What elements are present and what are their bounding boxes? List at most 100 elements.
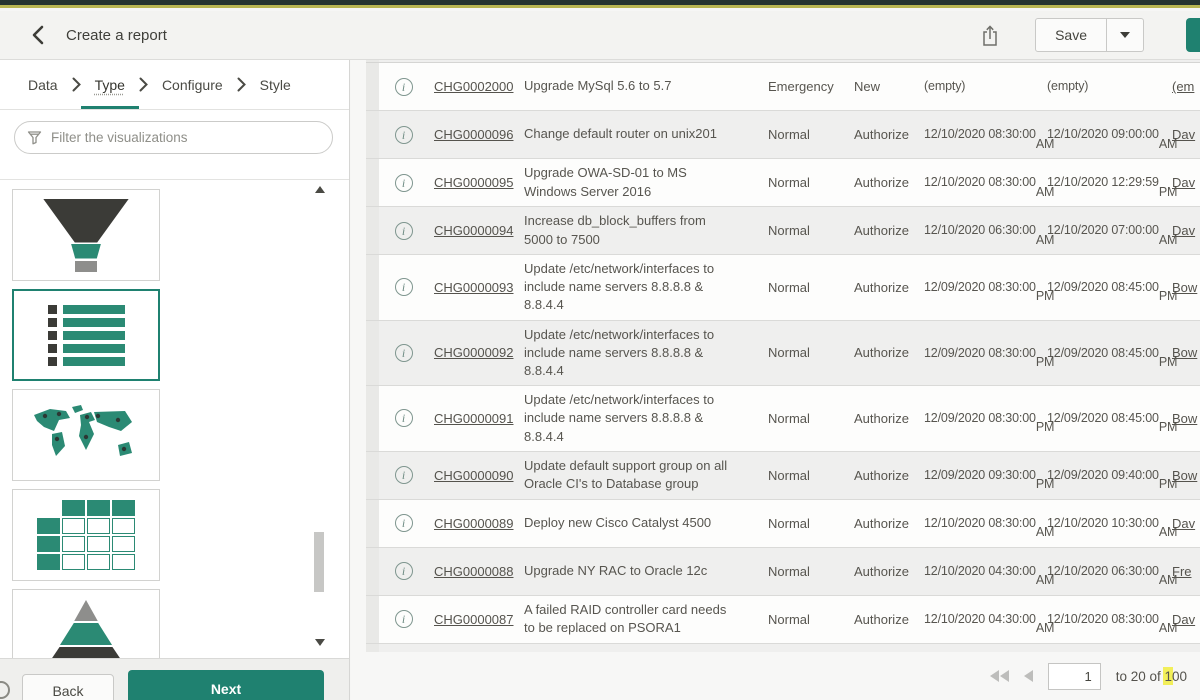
share-button[interactable] (977, 22, 1003, 48)
info-icon[interactable]: i (395, 78, 413, 96)
row-priority-cell: Normal (752, 321, 838, 386)
assigned-to-link[interactable]: Dav (1172, 516, 1195, 531)
info-icon[interactable]: i (395, 174, 413, 192)
record-number-link[interactable]: CHG0000093 (434, 280, 514, 295)
row-description-cell: A failed RAID controller card needs to b… (512, 596, 752, 643)
viz-list-scrollbar[interactable] (312, 184, 326, 648)
step-configure[interactable]: Configure (162, 60, 223, 109)
page-number-input[interactable] (1048, 663, 1101, 690)
row-info-cell: i (379, 207, 428, 254)
step-configure-label: Configure (162, 77, 223, 93)
step-data[interactable]: Data (28, 60, 58, 109)
info-icon[interactable]: i (395, 514, 413, 532)
help-icon-partial (0, 681, 10, 699)
info-icon[interactable]: i (395, 278, 413, 296)
row-end-date-cell: 12/10/2020 10:30:00AM (1037, 500, 1163, 547)
save-dropdown-button[interactable] (1107, 18, 1144, 52)
chevron-down-icon (1120, 32, 1130, 38)
row-assigned-cell: Dav (1163, 596, 1200, 643)
assigned-to-link[interactable]: Dav (1172, 175, 1195, 190)
step-type[interactable]: Type (95, 60, 125, 109)
row-assigned-cell: (em (1163, 63, 1200, 110)
row-assigned-cell: Bow (1163, 255, 1200, 320)
record-number-link[interactable]: CHG0000090 (434, 468, 514, 483)
primary-action-button-partial[interactable] (1186, 18, 1200, 52)
table-row[interactable]: i CHG0000089 Deploy new Cisco Catalyst 4… (366, 500, 1200, 548)
visualization-list (0, 179, 349, 658)
table-row[interactable]: i CHG0000096 Change default router on un… (366, 111, 1200, 159)
row-number-cell: CHG0000092 (428, 321, 512, 386)
viz-thumb-pyramid[interactable] (12, 589, 160, 658)
scroll-down-icon[interactable] (315, 639, 325, 646)
table-row[interactable]: i CHG0000087 A failed RAID controller ca… (366, 596, 1200, 644)
scroll-up-icon[interactable] (315, 186, 325, 193)
back-arrow-button[interactable] (24, 22, 50, 48)
scrollbar-thumb[interactable] (314, 532, 324, 592)
row-assigned-cell: Bow (1163, 386, 1200, 451)
row-state-cell: Authorize (838, 159, 914, 206)
row-assigned-cell: Dav (1163, 500, 1200, 547)
assigned-to-link[interactable]: Fre (1172, 564, 1192, 579)
info-icon[interactable]: i (395, 222, 413, 240)
table-row[interactable]: i CHG0000095 Upgrade OWA-SD-01 to MS Win… (366, 159, 1200, 207)
table-row[interactable]: i CHG0000088 Upgrade NY RAC to Oracle 12… (366, 548, 1200, 596)
row-priority-cell: Emergency (752, 63, 838, 110)
info-icon[interactable]: i (395, 562, 413, 580)
assigned-to-link[interactable]: (em (1172, 79, 1194, 94)
assigned-to-link[interactable]: Bow (1172, 345, 1197, 360)
info-icon[interactable]: i (395, 126, 413, 144)
row-gutter (366, 548, 379, 595)
viz-thumb-funnel[interactable] (12, 189, 160, 281)
table-row[interactable]: i CHG0000094 Increase db_block_buffers f… (366, 207, 1200, 255)
info-icon[interactable]: i (395, 344, 413, 362)
visualization-filter[interactable] (14, 121, 333, 154)
step-style[interactable]: Style (260, 60, 291, 109)
back-button[interactable]: Back (22, 674, 114, 700)
viz-thumb-table[interactable] (12, 489, 160, 581)
row-number-cell: CHG0000095 (428, 159, 512, 206)
record-number-link[interactable]: CHG0000096 (434, 127, 514, 142)
assigned-to-link[interactable]: Bow (1172, 468, 1197, 483)
share-icon (980, 24, 1000, 47)
info-icon[interactable]: i (395, 610, 413, 628)
record-number-link[interactable]: CHG0000087 (434, 612, 514, 627)
assigned-to-link[interactable]: Dav (1172, 223, 1195, 238)
save-button[interactable]: Save (1035, 18, 1107, 52)
record-number-link[interactable]: CHG0000088 (434, 564, 514, 579)
row-gutter (366, 111, 379, 158)
row-priority-cell: Normal (752, 159, 838, 206)
step-data-label: Data (28, 77, 58, 93)
table-row[interactable]: i CHG0000093 Update /etc/network/interfa… (366, 255, 1200, 321)
row-number-cell: CHG0000093 (428, 255, 512, 320)
chevron-left-icon (31, 25, 44, 45)
filter-input[interactable] (51, 130, 320, 145)
row-gutter (366, 321, 379, 386)
table-row[interactable]: i CHG0000091 Update /etc/network/interfa… (366, 386, 1200, 452)
wizard-panel: Data Type Configure Style (0, 60, 350, 658)
assigned-to-link[interactable]: Bow (1172, 280, 1197, 295)
record-number-link[interactable]: CHG0000089 (434, 516, 514, 531)
row-gutter (366, 207, 379, 254)
viz-thumb-list[interactable] (12, 289, 160, 381)
record-number-link[interactable]: CHG0002000 (434, 79, 514, 94)
row-description-cell: Increase db_block_buffers from 5000 to 7… (512, 207, 752, 254)
record-number-link[interactable]: CHG0000095 (434, 175, 514, 190)
row-end-date-cell: 12/10/2020 07:00:00AM (1037, 207, 1163, 254)
info-icon[interactable]: i (395, 409, 413, 427)
record-number-link[interactable]: CHG0000092 (434, 345, 514, 360)
first-page-button[interactable] (990, 670, 1009, 682)
record-number-link[interactable]: CHG0000094 (434, 223, 514, 238)
info-icon[interactable]: i (395, 466, 413, 484)
previous-page-button[interactable] (1024, 670, 1033, 682)
next-button[interactable]: Next (128, 670, 324, 700)
assigned-to-link[interactable]: Bow (1172, 411, 1197, 426)
page-title: Create a report (66, 27, 167, 44)
table-row[interactable]: i CHG0002000 Upgrade MySql 5.6 to 5.7 Em… (366, 63, 1200, 111)
table-row[interactable]: i CHG0000092 Update /etc/network/interfa… (366, 321, 1200, 387)
row-state-cell: Authorize (838, 452, 914, 499)
assigned-to-link[interactable]: Dav (1172, 612, 1195, 627)
table-row[interactable]: i CHG0000090 Update default support grou… (366, 452, 1200, 500)
viz-thumb-map[interactable] (12, 389, 160, 481)
assigned-to-link[interactable]: Dav (1172, 127, 1195, 142)
record-number-link[interactable]: CHG0000091 (434, 411, 514, 426)
